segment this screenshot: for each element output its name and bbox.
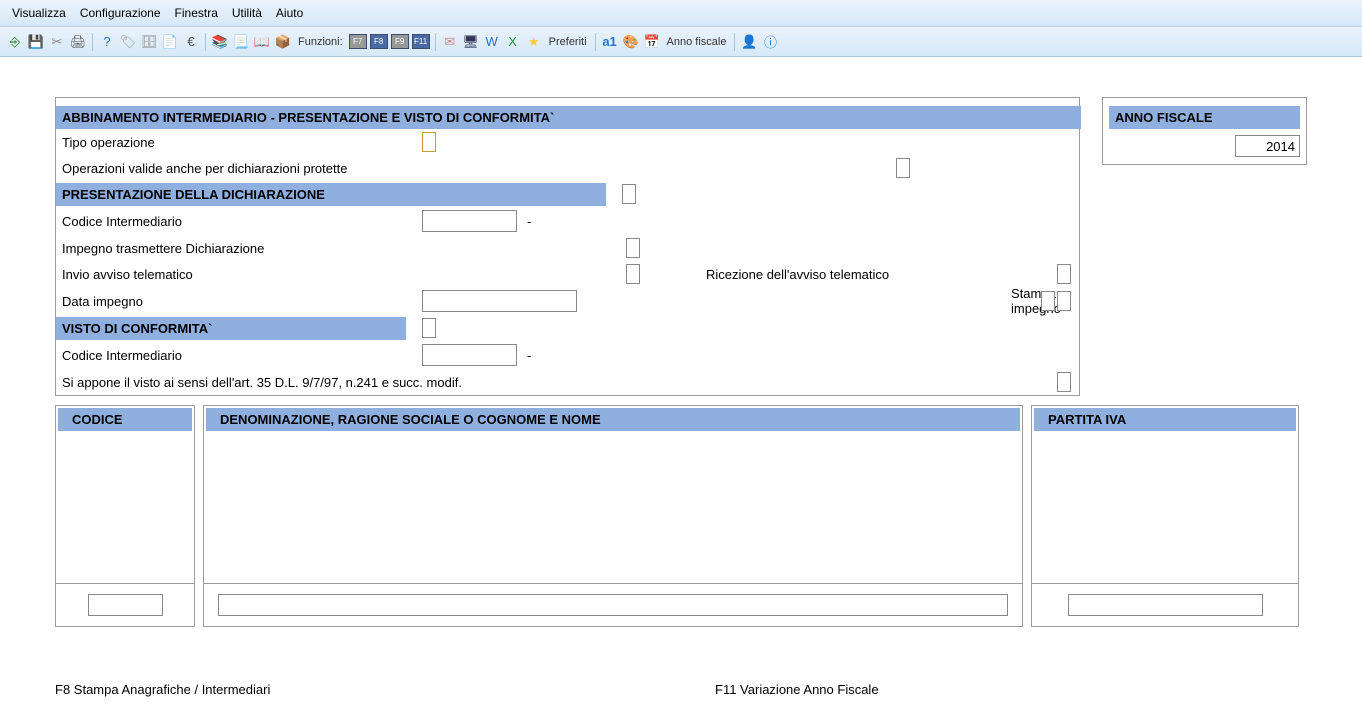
menu-configurazione[interactable]: Configurazione bbox=[74, 4, 167, 22]
grid-col-denom: DENOMINAZIONE, RAGIONE SOCIALE O COGNOME… bbox=[203, 405, 1023, 627]
label-ricezione: Ricezione dell'avviso telematico bbox=[706, 267, 889, 282]
anno-fiscale-panel: ANNO FISCALE bbox=[1102, 97, 1307, 165]
dash-1: - bbox=[527, 214, 531, 229]
grid: CODICE DENOMINAZIONE, RAGIONE SOCIALE O … bbox=[55, 396, 1307, 627]
f7-button[interactable]: F7 bbox=[349, 34, 367, 49]
label-codice-int-1: Codice Intermediario bbox=[62, 214, 422, 229]
input-impegno[interactable] bbox=[626, 238, 640, 258]
euro-icon[interactable]: € bbox=[182, 33, 200, 51]
tag-icon[interactable]: 🏷 bbox=[119, 33, 137, 51]
menu-aiuto[interactable]: Aiuto bbox=[270, 4, 309, 22]
label-visto-text: Si appone il visto ai sensi dell'art. 35… bbox=[62, 375, 462, 390]
toolbar: ⎆ 💾 ✂ 🖨 ? 🏷 🗄 📄 € 📚 📃 📖 📦 Funzioni: F7 F… bbox=[0, 27, 1362, 57]
input-visto-check[interactable] bbox=[422, 318, 436, 338]
header-anno: ANNO FISCALE bbox=[1109, 106, 1300, 129]
page-icon[interactable]: 📃 bbox=[232, 33, 250, 51]
grid-input-codice[interactable] bbox=[88, 594, 163, 616]
input-invio-avviso[interactable] bbox=[626, 264, 640, 284]
star-icon[interactable]: ★ bbox=[525, 33, 543, 51]
cut-icon[interactable]: ✂ bbox=[48, 33, 66, 51]
menu-utilita[interactable]: Utilità bbox=[226, 4, 268, 22]
label-op-valide: Operazioni valide anche per dichiarazion… bbox=[62, 161, 422, 176]
menu-finestra[interactable]: Finestra bbox=[169, 4, 224, 22]
menu-visualizza[interactable]: Visualizza bbox=[6, 4, 72, 22]
toolbar-preferiti-label: Preferiti bbox=[546, 36, 590, 48]
input-codice-int-2[interactable] bbox=[422, 344, 517, 366]
input-data-impegno[interactable] bbox=[422, 290, 577, 312]
grid-col-codice: CODICE bbox=[55, 405, 195, 627]
info-icon[interactable]: ⓘ bbox=[761, 33, 779, 51]
user-icon[interactable]: 👤 bbox=[740, 33, 758, 51]
f11-button[interactable]: F11 bbox=[412, 34, 430, 49]
label-invio-avviso: Invio avviso telematico bbox=[62, 267, 422, 282]
grid-col-piva: PARTITA IVA bbox=[1031, 405, 1299, 627]
grid-body-denom bbox=[204, 433, 1022, 583]
input-visto-appone[interactable] bbox=[1057, 372, 1071, 392]
calendar-icon[interactable]: 📅 bbox=[643, 33, 661, 51]
header-presentazione: PRESENTAZIONE DELLA DICHIARAZIONE bbox=[56, 183, 606, 206]
toolbar-anno-label: Anno fiscale bbox=[664, 36, 730, 48]
dash-2: - bbox=[527, 348, 531, 363]
db-icon[interactable]: 🗄 bbox=[140, 33, 158, 51]
main-panel: ABBINAMENTO INTERMEDIARIO - PRESENTAZION… bbox=[55, 97, 1080, 396]
grid-header-codice: CODICE bbox=[58, 408, 192, 431]
mail-icon[interactable]: ✉ bbox=[441, 33, 459, 51]
grid-body-codice bbox=[56, 433, 194, 583]
input-stampa-2[interactable] bbox=[1057, 291, 1071, 311]
label-data-impegno: Data impegno bbox=[62, 294, 422, 309]
help-icon[interactable]: ? bbox=[98, 33, 116, 51]
label-impegno: Impegno trasmettere Dichiarazione bbox=[62, 241, 422, 256]
grid-body-piva bbox=[1032, 433, 1298, 583]
menu-bar: Visualizza Configurazione Finestra Utili… bbox=[0, 0, 1362, 27]
input-anno-fiscale[interactable] bbox=[1235, 135, 1300, 157]
grid-input-piva[interactable] bbox=[1068, 594, 1263, 616]
a1-icon[interactable]: a1 bbox=[601, 33, 619, 51]
header-abbinamento: ABBINAMENTO INTERMEDIARIO - PRESENTAZION… bbox=[56, 106, 1081, 129]
label-codice-int-2: Codice Intermediario bbox=[62, 348, 422, 363]
input-tipo-operazione[interactable] bbox=[422, 132, 436, 152]
grid-input-denom[interactable] bbox=[218, 594, 1008, 616]
book-icon[interactable]: 📖 bbox=[253, 33, 271, 51]
hint-f8: F8 Stampa Anagrafiche / Intermediari bbox=[55, 682, 715, 697]
input-ricezione[interactable] bbox=[1057, 264, 1071, 284]
grid-header-piva: PARTITA IVA bbox=[1034, 408, 1296, 431]
f9-button[interactable]: F9 bbox=[391, 34, 409, 49]
save-icon[interactable]: 💾 bbox=[27, 33, 45, 51]
f8-button[interactable]: F8 bbox=[370, 34, 388, 49]
hint-bar: F8 Stampa Anagrafiche / Intermediari F11… bbox=[55, 627, 1307, 697]
box-icon[interactable]: 📦 bbox=[274, 33, 292, 51]
palette-icon[interactable]: 🎨 bbox=[622, 33, 640, 51]
input-stampa-1[interactable] bbox=[1041, 291, 1055, 311]
stack-icon[interactable]: 📚 bbox=[211, 33, 229, 51]
hint-f11: F11 Variazione Anno Fiscale bbox=[715, 682, 879, 697]
excel-icon[interactable]: X bbox=[504, 33, 522, 51]
toolbar-funzioni-label: Funzioni: bbox=[295, 36, 346, 48]
exit-icon[interactable]: ⎆ bbox=[6, 33, 24, 51]
doc-icon[interactable]: 📄 bbox=[161, 33, 179, 51]
header-visto: VISTO DI CONFORMITA` bbox=[56, 317, 406, 340]
screen-icon[interactable]: 🖥 bbox=[462, 33, 480, 51]
label-tipo-operazione: Tipo operazione bbox=[62, 135, 422, 150]
word-icon[interactable]: W bbox=[483, 33, 501, 51]
print-icon[interactable]: 🖨 bbox=[69, 33, 87, 51]
grid-header-denom: DENOMINAZIONE, RAGIONE SOCIALE O COGNOME… bbox=[206, 408, 1020, 431]
input-presentazione-check[interactable] bbox=[622, 184, 636, 204]
input-codice-int-1[interactable] bbox=[422, 210, 517, 232]
input-op-valide[interactable] bbox=[896, 158, 910, 178]
